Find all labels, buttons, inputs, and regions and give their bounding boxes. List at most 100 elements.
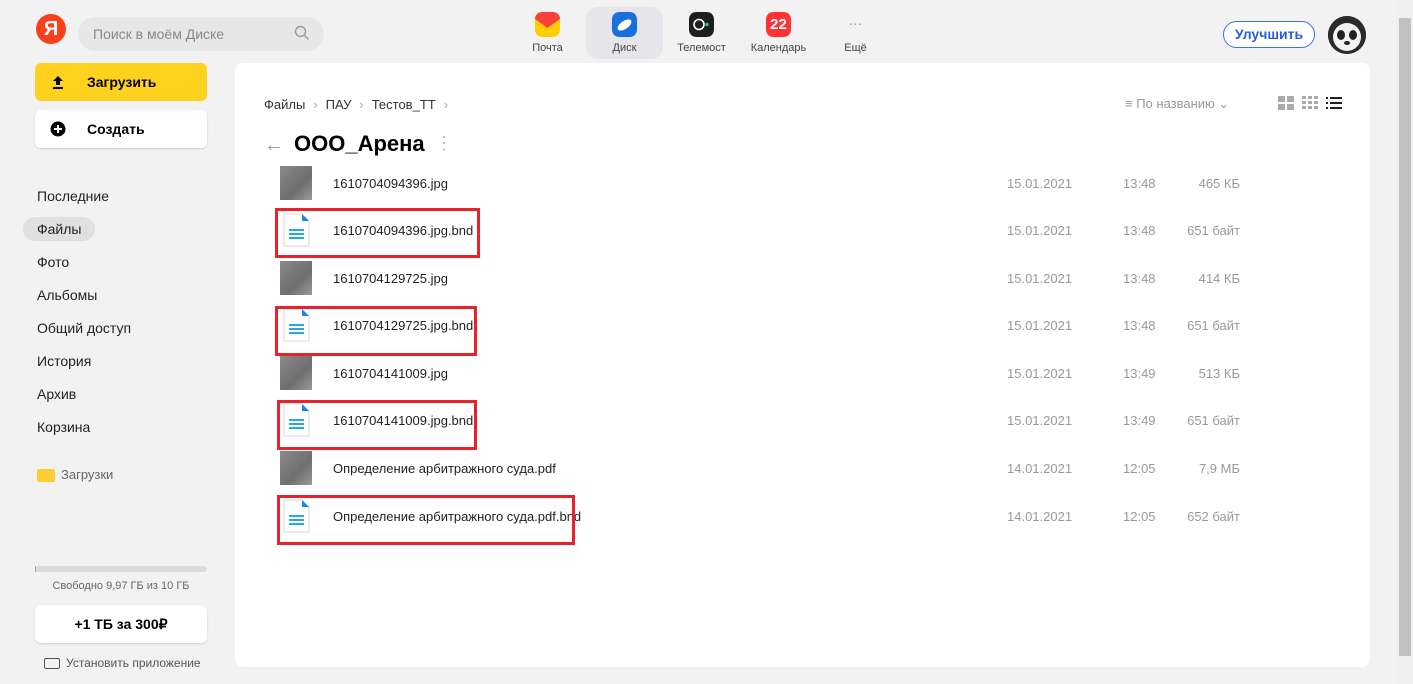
- file-name: Определение арбитражного суда.pdf: [333, 461, 556, 476]
- disk-icon: [612, 12, 637, 37]
- page-title: ООО_Арена: [294, 131, 425, 156]
- upload-button[interactable]: Загрузить: [35, 63, 207, 101]
- buy-storage-button[interactable]: +1 ТБ за 300₽: [35, 605, 207, 643]
- file-date: 15.01.2021: [1007, 223, 1073, 238]
- install-app-link[interactable]: Установить приложение: [44, 656, 201, 670]
- highlight-box: [275, 208, 480, 258]
- chevron-down-icon: ⌄: [1214, 96, 1230, 111]
- breadcrumb-item[interactable]: ПАУ: [326, 97, 352, 112]
- service-label: Календарь: [750, 42, 807, 54]
- file-date: 15.01.2021: [1007, 271, 1073, 286]
- sidebar-item-trash[interactable]: Корзина: [23, 415, 104, 439]
- mail-icon: [535, 12, 560, 37]
- file-browser: Файлы › ПАУ › Тестов_ТТ › ← ООО_Арена ⋮ …: [235, 63, 1370, 667]
- file-size: 651 байт: [1187, 223, 1240, 238]
- file-time: 13:49: [1123, 366, 1156, 381]
- sort-icon: ≡: [1125, 96, 1137, 111]
- sidebar-item-files[interactable]: Файлы: [23, 217, 96, 241]
- file-size: 652 байт: [1187, 509, 1240, 524]
- service-mail[interactable]: Почта: [509, 7, 586, 59]
- file-date: 15.01.2021: [1007, 413, 1073, 428]
- sort-label: По названию: [1136, 96, 1215, 111]
- plus-circle-icon: [50, 121, 66, 137]
- service-more[interactable]: ··· Ещё: [817, 7, 894, 59]
- storage-fill: [35, 566, 36, 572]
- desktop-icon: [44, 658, 60, 670]
- search-placeholder: Поиск в моём Диске: [93, 26, 225, 42]
- file-time: 13:48: [1123, 271, 1156, 286]
- file-size: 7,9 МБ: [1198, 461, 1240, 476]
- page-scrollbar[interactable]: [1397, 0, 1413, 684]
- breadcrumb-item[interactable]: Тестов_ТТ: [372, 97, 436, 112]
- breadcrumb-item[interactable]: Файлы: [264, 97, 305, 112]
- service-label: Почта: [532, 42, 563, 54]
- top-bar: Я Поиск в моём Диске Почта Диск Телемост…: [0, 0, 1397, 62]
- sort-dropdown[interactable]: ≡ По названию ⌄: [1125, 96, 1229, 112]
- file-row[interactable]: 1610704094396.jpg 15.01.2021 13:48 465 КБ: [280, 164, 1240, 202]
- file-row[interactable]: 1610704141009.jpg 15.01.2021 13:49 513 КБ: [280, 354, 1240, 392]
- service-calendar[interactable]: 22 Календарь: [740, 7, 817, 59]
- sidebar-item-recent[interactable]: Последние: [23, 184, 123, 208]
- sidebar-item-photo[interactable]: Фото: [23, 250, 83, 274]
- sidebar-item-shared[interactable]: Общий доступ: [23, 316, 145, 340]
- service-label: Телемост: [677, 42, 726, 54]
- back-arrow-icon[interactable]: ←: [264, 134, 284, 157]
- upload-icon: [53, 76, 63, 89]
- highlight-box: [277, 495, 575, 545]
- calendar-badge: 22: [770, 16, 787, 33]
- service-disk[interactable]: Диск: [586, 7, 663, 59]
- breadcrumb: Файлы › ПАУ › Тестов_ТТ ›: [264, 97, 448, 112]
- file-size: 465 КБ: [1198, 176, 1240, 191]
- highlight-box: [275, 306, 477, 356]
- file-row[interactable]: 1610704129725.jpg 15.01.2021 13:48 414 КБ: [280, 259, 1240, 297]
- service-label: Диск: [612, 42, 637, 54]
- install-label: Установить приложение: [66, 656, 201, 670]
- file-time: 13:48: [1123, 223, 1156, 238]
- sidebar-folder-downloads[interactable]: Загрузки: [37, 466, 113, 484]
- more-vertical-icon[interactable]: ⋮: [435, 133, 453, 154]
- sidebar-item-albums[interactable]: Альбомы: [23, 283, 111, 307]
- file-size: 414 КБ: [1198, 271, 1240, 286]
- search-icon[interactable]: [294, 25, 310, 41]
- image-thumbnail: [280, 451, 312, 485]
- file-time: 12:05: [1123, 509, 1156, 524]
- image-thumbnail: [280, 356, 312, 390]
- file-time: 13:48: [1123, 318, 1156, 333]
- sidebar-item-history[interactable]: История: [23, 349, 105, 373]
- service-label: Ещё: [844, 42, 867, 54]
- panda-avatar-icon: [1328, 16, 1366, 54]
- file-time: 13:48: [1123, 176, 1156, 191]
- file-name: 1610704094396.jpg: [333, 176, 448, 191]
- view-switcher: [1278, 96, 1342, 110]
- file-size: 513 КБ: [1198, 366, 1240, 381]
- avatar[interactable]: [1328, 16, 1366, 54]
- grid-small-icon[interactable]: [1302, 96, 1318, 110]
- folder-icon: [37, 469, 55, 483]
- yandex-logo[interactable]: Я: [36, 14, 66, 44]
- more-dots-icon: ···: [848, 15, 863, 31]
- breadcrumb-separator: ›: [313, 97, 318, 112]
- file-date: 15.01.2021: [1007, 366, 1073, 381]
- upgrade-button[interactable]: Улучшить: [1223, 21, 1315, 48]
- list-view-icon[interactable]: [1326, 96, 1342, 110]
- storage-bar: [35, 566, 207, 572]
- service-telemost[interactable]: Телемост: [663, 7, 740, 59]
- search-input[interactable]: Поиск в моём Диске: [78, 17, 324, 51]
- grid-large-icon[interactable]: [1278, 96, 1294, 110]
- breadcrumb-separator: ›: [359, 97, 364, 112]
- folder-label: Загрузки: [61, 467, 114, 482]
- file-name: 1610704141009.jpg: [333, 366, 448, 381]
- image-thumbnail: [280, 166, 312, 200]
- file-date: 15.01.2021: [1007, 318, 1073, 333]
- storage-text: Свободно 9,97 ГБ из 10 ГБ: [52, 580, 190, 592]
- telemost-icon: [689, 12, 714, 37]
- sidebar-item-archive[interactable]: Архив: [23, 382, 90, 406]
- services-bar: Почта Диск Телемост 22 Календарь ··· Ещё: [509, 7, 894, 59]
- create-button[interactable]: Создать: [35, 110, 207, 148]
- scroll-thumb[interactable]: [1399, 18, 1411, 656]
- file-size: 651 байт: [1187, 413, 1240, 428]
- image-thumbnail: [280, 261, 312, 295]
- file-row[interactable]: Определение арбитражного суда.pdf 14.01.2…: [280, 449, 1240, 487]
- upload-label: Загрузить: [87, 74, 157, 90]
- file-date: 15.01.2021: [1007, 176, 1073, 191]
